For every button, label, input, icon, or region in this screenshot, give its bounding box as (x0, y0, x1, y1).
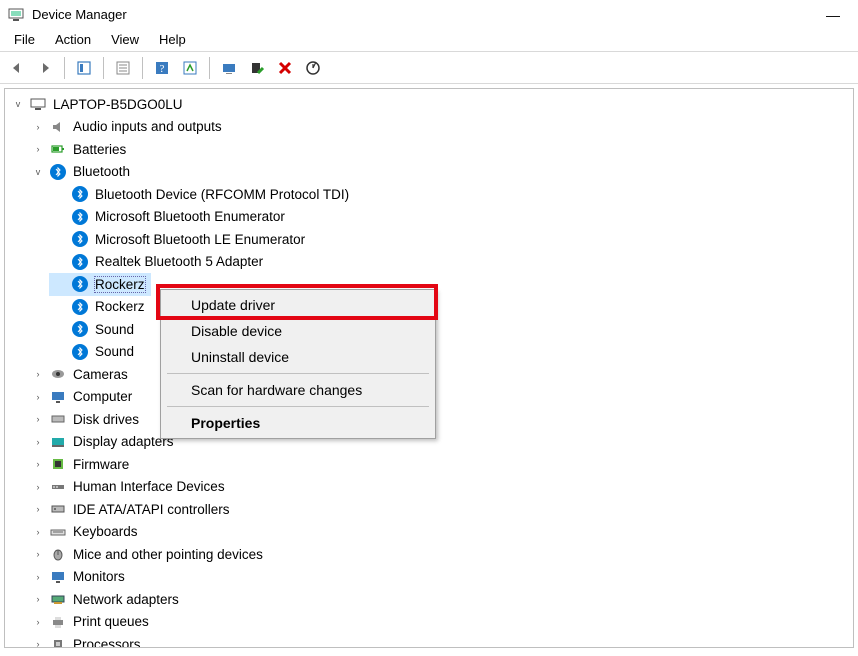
category-processors[interactable]: › Processors (27, 633, 853, 648)
bluetooth-icon (71, 208, 89, 226)
bluetooth-icon (49, 163, 67, 181)
cm-separator (167, 373, 429, 374)
bt-device-le-enum[interactable]: Microsoft Bluetooth LE Enumerator (49, 228, 853, 251)
monitor-icon (49, 388, 67, 406)
toolbar-separator (64, 57, 65, 79)
chevron-right-icon[interactable]: › (31, 615, 45, 629)
toolbar-separator (209, 57, 210, 79)
menu-action[interactable]: Action (45, 30, 101, 51)
cm-uninstall-device[interactable]: Uninstall device (163, 344, 433, 370)
toolbar-separator (103, 57, 104, 79)
chevron-right-icon[interactable]: › (31, 457, 45, 471)
chevron-right-icon[interactable]: › (31, 142, 45, 156)
titlebar: Device Manager — (0, 0, 858, 30)
category-network[interactable]: › Network adapters (27, 588, 853, 611)
printer-icon (49, 613, 67, 631)
category-audio[interactable]: › Audio inputs and outputs (27, 116, 853, 139)
expander-open-icon[interactable]: v (11, 97, 25, 111)
cm-properties[interactable]: Properties (163, 410, 433, 436)
menu-help[interactable]: Help (149, 30, 196, 51)
cm-separator (167, 406, 429, 407)
bt-device-realtek[interactable]: Realtek Bluetooth 5 Adapter (49, 251, 853, 274)
chip-icon (49, 455, 67, 473)
menubar: File Action View Help (0, 30, 858, 52)
device-manager-icon (8, 7, 24, 23)
ide-icon (49, 500, 67, 518)
cm-scan-hardware[interactable]: Scan for hardware changes (163, 377, 433, 403)
network-icon (49, 590, 67, 608)
svg-text:?: ? (160, 63, 165, 75)
category-disk[interactable]: › Disk drives (27, 408, 853, 431)
category-batteries[interactable]: › Batteries (27, 138, 853, 161)
bt-device-rfcomm[interactable]: Bluetooth Device (RFCOMM Protocol TDI) (49, 183, 853, 206)
chevron-right-icon[interactable]: › (31, 435, 45, 449)
properties-button[interactable] (112, 57, 134, 79)
disk-icon (49, 410, 67, 428)
bluetooth-icon (71, 275, 89, 293)
chevron-right-icon[interactable]: › (31, 390, 45, 404)
category-firmware[interactable]: › Firmware (27, 453, 853, 476)
cm-disable-device[interactable]: Disable device (163, 318, 433, 344)
back-button[interactable] (6, 57, 28, 79)
chevron-right-icon[interactable]: › (31, 480, 45, 494)
bluetooth-icon (71, 343, 89, 361)
bt-device-rockerz-selected[interactable]: Rockerz (49, 273, 151, 296)
category-bluetooth[interactable]: v Bluetooth (27, 161, 853, 184)
category-mice[interactable]: › Mice and other pointing devices (27, 543, 853, 566)
chevron-right-icon[interactable]: › (31, 570, 45, 584)
category-computer[interactable]: › Computer (27, 386, 853, 409)
root-node[interactable]: v LAPTOP-B5DGO0LU (5, 93, 853, 116)
bluetooth-icon (71, 230, 89, 248)
chevron-right-icon[interactable]: › (31, 120, 45, 134)
disable-device-button[interactable] (302, 57, 324, 79)
monitor-icon (49, 568, 67, 586)
keyboard-icon (49, 523, 67, 541)
bluetooth-icon (71, 298, 89, 316)
chevron-right-icon[interactable]: › (31, 592, 45, 606)
show-hidden-button[interactable] (73, 57, 95, 79)
menu-file[interactable]: File (4, 30, 45, 51)
speaker-icon (49, 118, 67, 136)
context-menu: Update driver Disable device Uninstall d… (160, 289, 436, 439)
category-print[interactable]: › Print queues (27, 611, 853, 634)
bluetooth-icon (71, 185, 89, 203)
display-adapter-icon (49, 433, 67, 451)
minimize-button[interactable]: — (816, 3, 850, 27)
cpu-icon (49, 635, 67, 648)
mouse-icon (49, 545, 67, 563)
computer-icon (29, 95, 47, 113)
help-button[interactable]: ? (151, 57, 173, 79)
category-hid[interactable]: › Human Interface Devices (27, 476, 853, 499)
chevron-right-icon[interactable]: › (31, 367, 45, 381)
update-driver-button[interactable] (218, 57, 240, 79)
enable-device-button[interactable] (246, 57, 268, 79)
camera-icon (49, 365, 67, 383)
category-keyboards[interactable]: › Keyboards (27, 521, 853, 544)
window-title: Device Manager (32, 7, 127, 22)
bluetooth-icon (71, 320, 89, 338)
category-cameras[interactable]: › Cameras (27, 363, 853, 386)
chevron-right-icon[interactable]: › (31, 502, 45, 516)
scan-button[interactable] (179, 57, 201, 79)
chevron-right-icon[interactable]: › (31, 525, 45, 539)
bluetooth-icon (71, 253, 89, 271)
uninstall-device-button[interactable] (274, 57, 296, 79)
hid-icon (49, 478, 67, 496)
category-ide[interactable]: › IDE ATA/ATAPI controllers (27, 498, 853, 521)
toolbar-separator (142, 57, 143, 79)
chevron-right-icon[interactable]: › (31, 412, 45, 426)
toolbar: ? (0, 52, 858, 84)
root-label: LAPTOP-B5DGO0LU (53, 97, 183, 112)
expander-open-icon[interactable]: v (31, 165, 45, 179)
chevron-right-icon[interactable]: › (31, 547, 45, 561)
category-monitors[interactable]: › Monitors (27, 566, 853, 589)
bt-device-enum[interactable]: Microsoft Bluetooth Enumerator (49, 206, 853, 229)
cm-update-driver[interactable]: Update driver (163, 292, 433, 318)
menu-view[interactable]: View (101, 30, 149, 51)
chevron-right-icon[interactable]: › (31, 637, 45, 648)
battery-icon (49, 140, 67, 158)
forward-button[interactable] (34, 57, 56, 79)
category-display[interactable]: › Display adapters (27, 431, 853, 454)
